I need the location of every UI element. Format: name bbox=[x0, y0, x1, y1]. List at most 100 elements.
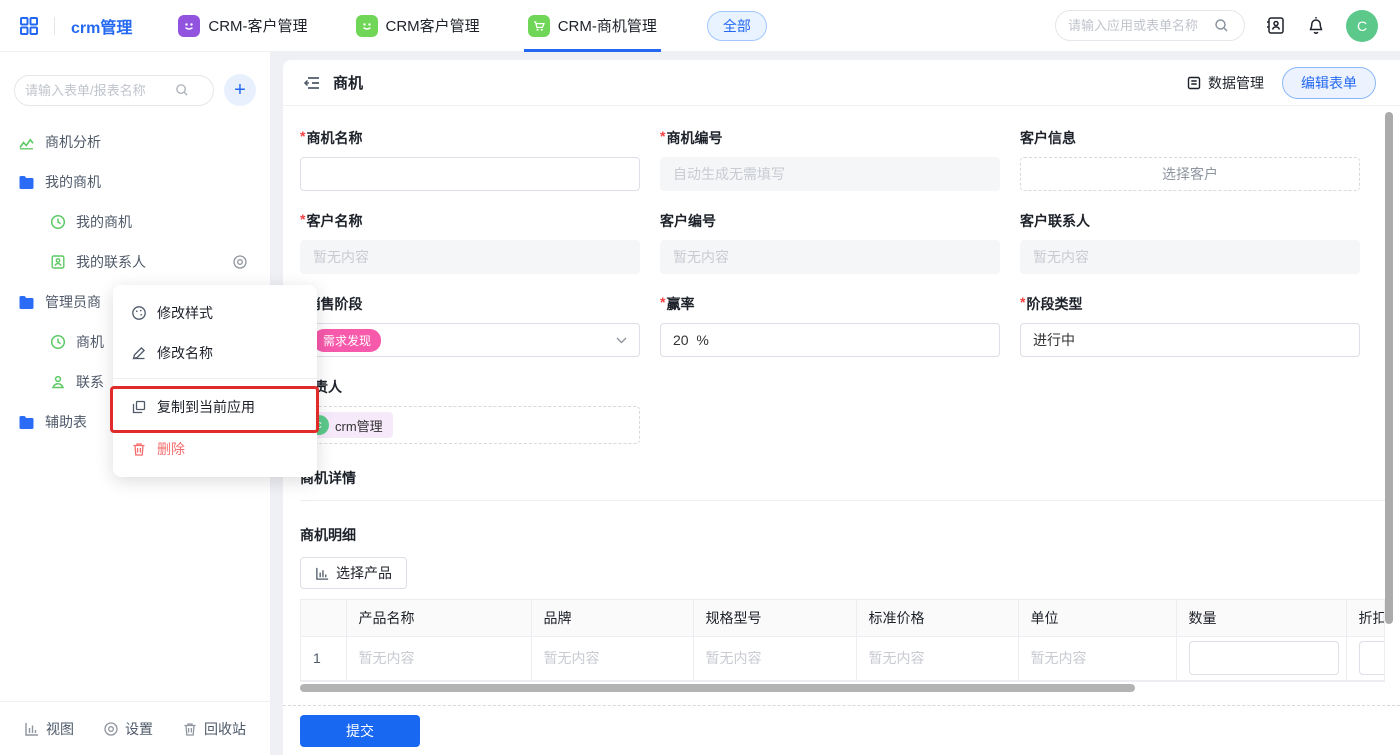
sales-stage-select[interactable]: 需求发现 bbox=[300, 323, 640, 357]
col-price: 标准价格 bbox=[856, 600, 1018, 636]
data-manage-button[interactable]: 数据管理 bbox=[1186, 73, 1264, 93]
menu-item-rename[interactable]: 修改名称 bbox=[113, 333, 317, 373]
folder-icon bbox=[18, 415, 35, 430]
collapse-sidebar-icon[interactable] bbox=[303, 75, 321, 91]
sidebar-item-label: 商机 bbox=[76, 332, 104, 352]
quantity-input[interactable] bbox=[1189, 641, 1339, 675]
main-panel: 商机 数据管理 编辑表单 商机名称 商机编号 自动生成无需填写 客户信息 选择客… bbox=[283, 60, 1400, 755]
sidebar-item-my-opportunity[interactable]: 我的商机 bbox=[0, 202, 270, 242]
tab-label: CRM-客户管理 bbox=[208, 15, 307, 36]
sidebar-item-my-contacts[interactable]: 我的联系人 bbox=[0, 242, 270, 282]
win-rate-input[interactable] bbox=[673, 332, 987, 348]
col-index bbox=[301, 600, 346, 636]
field-label: 客户信息 bbox=[1020, 128, 1360, 148]
tab-crm-customer-1[interactable]: CRM-客户管理 bbox=[178, 0, 307, 52]
settings-button[interactable]: 设置 bbox=[103, 719, 153, 739]
data-manage-label: 数据管理 bbox=[1208, 73, 1264, 93]
owner-tag: c crm管理 bbox=[305, 412, 393, 438]
sidebar-item-label: 管理员商 bbox=[45, 292, 101, 312]
app-grid-icon[interactable] bbox=[18, 15, 40, 37]
sidebar-item-label: 我的商机 bbox=[76, 212, 132, 232]
global-search-input[interactable] bbox=[1068, 18, 1208, 33]
notification-bell-icon[interactable] bbox=[1306, 15, 1326, 36]
main-vertical-scrollbar[interactable] bbox=[1385, 112, 1393, 624]
cell-price: 暂无内容 bbox=[856, 636, 1018, 680]
lines-table: 产品名称 品牌 规格型号 标准价格 单位 数量 折扣 1 暂无内容 暂无内容 暂… bbox=[300, 599, 1385, 682]
cell-quantity bbox=[1176, 636, 1346, 680]
user-avatar[interactable]: C bbox=[1346, 10, 1378, 42]
menu-item-label: 复制到当前应用 bbox=[157, 397, 255, 417]
topbar: crm管理 CRM-客户管理 CRM客户管理 CRM-商机管理 全部 bbox=[0, 0, 1400, 52]
menu-item-label: 修改名称 bbox=[157, 343, 213, 363]
col-product-name: 产品名称 bbox=[346, 600, 531, 636]
col-quantity: 数量 bbox=[1176, 600, 1346, 636]
field-label: 阶段类型 bbox=[1020, 294, 1360, 314]
section-opportunity-detail: 商机详情 bbox=[300, 468, 1400, 488]
form-content: 商机名称 商机编号 自动生成无需填写 客户信息 选择客户 客户名称 暂无内容 客… bbox=[283, 106, 1400, 724]
col-spec: 规格型号 bbox=[693, 600, 856, 636]
field-customer-info: 客户信息 选择客户 bbox=[1020, 128, 1360, 191]
person-icon bbox=[50, 374, 66, 390]
sidebar-search-input[interactable] bbox=[25, 83, 175, 98]
contacts-icon[interactable] bbox=[1265, 15, 1286, 36]
tab-crm-customer-2[interactable]: CRM客户管理 bbox=[356, 0, 480, 52]
field-label: 商机名称 bbox=[300, 128, 640, 148]
clock-icon bbox=[50, 214, 66, 230]
all-apps-button[interactable]: 全部 bbox=[707, 11, 767, 41]
chevron-down-icon bbox=[616, 337, 627, 344]
folder-icon bbox=[18, 175, 35, 190]
sidebar-item-my-opportunity-folder[interactable]: 我的商机 bbox=[0, 162, 270, 202]
tab-icon bbox=[178, 15, 200, 37]
row-index: 1 bbox=[301, 636, 346, 680]
sidebar-item-analysis[interactable]: 商机分析 bbox=[0, 122, 270, 162]
cart-icon bbox=[528, 15, 550, 37]
opportunity-code-input: 自动生成无需填写 bbox=[660, 157, 1000, 191]
sidebar-footer: 视图 设置 回收站 bbox=[0, 701, 270, 755]
tab-crm-opportunity[interactable]: CRM-商机管理 bbox=[528, 0, 657, 52]
owner-picker[interactable]: c crm管理 bbox=[300, 406, 640, 444]
select-customer-button[interactable]: 选择客户 bbox=[1020, 157, 1360, 191]
field-stage-type: 阶段类型 bbox=[1020, 294, 1360, 357]
menu-item-delete[interactable]: 删除 bbox=[113, 429, 317, 469]
menu-divider bbox=[113, 378, 317, 379]
sidebar-search-row: + bbox=[0, 52, 270, 112]
field-label: 客户编号 bbox=[660, 211, 1000, 231]
cell-unit: 暂无内容 bbox=[1018, 636, 1176, 680]
menu-item-copy-to-app[interactable]: 复制到当前应用 bbox=[113, 384, 317, 429]
select-product-button[interactable]: 选择产品 bbox=[300, 557, 407, 589]
views-button[interactable]: 视图 bbox=[24, 719, 74, 739]
submit-button[interactable]: 提交 bbox=[300, 715, 420, 747]
opportunity-name-input[interactable] bbox=[313, 166, 627, 182]
col-brand: 品牌 bbox=[531, 600, 693, 636]
add-form-button[interactable]: + bbox=[224, 74, 256, 106]
tab-label: CRM-商机管理 bbox=[558, 15, 657, 36]
edit-form-button[interactable]: 编辑表单 bbox=[1282, 67, 1376, 99]
cell-brand: 暂无内容 bbox=[531, 636, 693, 680]
app-name[interactable]: crm管理 bbox=[71, 14, 132, 38]
gear-icon[interactable] bbox=[232, 254, 248, 270]
sidebar-search[interactable] bbox=[14, 75, 214, 106]
sidebar-item-label: 辅助表 bbox=[45, 412, 87, 432]
main-header: 商机 数据管理 编辑表单 bbox=[283, 60, 1400, 106]
select-product-label: 选择产品 bbox=[336, 563, 392, 583]
tab-label: CRM客户管理 bbox=[386, 15, 480, 36]
field-opportunity-code: 商机编号 自动生成无需填写 bbox=[660, 128, 1000, 191]
global-search[interactable] bbox=[1055, 10, 1245, 41]
stage-type-input[interactable] bbox=[1033, 332, 1347, 348]
field-opportunity-name: 商机名称 bbox=[300, 128, 640, 191]
search-icon bbox=[1214, 18, 1229, 33]
recycle-bin-button[interactable]: 回收站 bbox=[182, 719, 246, 739]
divider bbox=[300, 500, 1385, 501]
topbar-right: C bbox=[1055, 10, 1400, 42]
field-label: 赢率 bbox=[660, 294, 1000, 314]
menu-item-edit-style[interactable]: 修改样式 bbox=[113, 293, 317, 333]
cell-product-name: 暂无内容 bbox=[346, 636, 531, 680]
customer-code-input: 暂无内容 bbox=[660, 240, 1000, 274]
table-horizontal-scrollbar[interactable] bbox=[300, 684, 1385, 692]
owner-name: crm管理 bbox=[335, 416, 383, 435]
customer-name-input: 暂无内容 bbox=[300, 240, 640, 274]
discount-input[interactable] bbox=[1359, 641, 1386, 675]
cell-spec: 暂无内容 bbox=[693, 636, 856, 680]
cell-discount bbox=[1346, 636, 1385, 680]
sidebar-item-label: 我的联系人 bbox=[76, 252, 146, 272]
